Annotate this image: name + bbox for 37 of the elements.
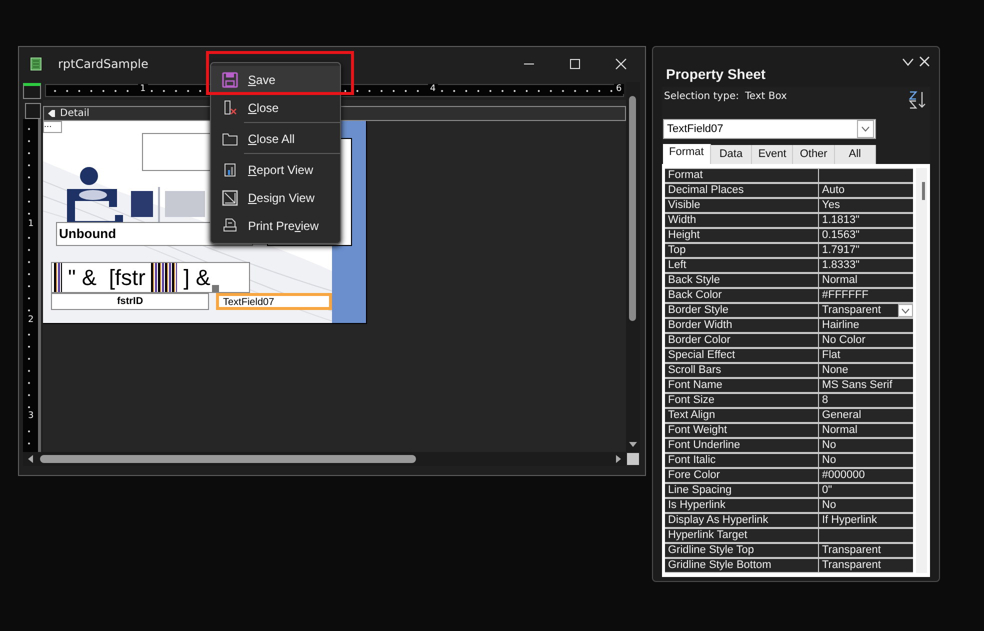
property-name: Left bbox=[665, 259, 818, 272]
property-name: Width bbox=[665, 214, 818, 227]
property-name: Back Style bbox=[665, 274, 818, 287]
property-name: Decimal Places bbox=[665, 184, 818, 197]
property-name: Gridline Style Top bbox=[665, 544, 818, 557]
property-name: Special Effect bbox=[665, 349, 818, 362]
property-name: Display As Hyperlink bbox=[665, 514, 818, 527]
panel-title: Property Sheet bbox=[666, 66, 766, 84]
ruler-number: 3 bbox=[28, 411, 34, 421]
selection-type: Text Box bbox=[744, 91, 787, 102]
property-name: Font Name bbox=[665, 379, 818, 392]
ruler-number: 1 bbox=[28, 219, 34, 229]
ruler-number: 2 bbox=[28, 315, 34, 325]
property-name: Font Weight bbox=[665, 424, 818, 437]
property-name: Back Color bbox=[665, 289, 818, 302]
property-name: Height bbox=[665, 229, 818, 242]
ruler-number: 6 bbox=[614, 84, 624, 94]
property-name: Fore Color bbox=[665, 469, 818, 482]
property-name: Hyperlink Target bbox=[665, 529, 818, 542]
property-name: Is Hyperlink bbox=[665, 499, 818, 512]
ruler-number: 1 bbox=[138, 84, 148, 94]
property-name: Scroll Bars bbox=[665, 364, 818, 377]
property-name: Font Underline bbox=[665, 439, 818, 452]
property-name: Border Width bbox=[665, 319, 818, 332]
property-name: Border Color bbox=[665, 334, 818, 347]
property-name: Border Style bbox=[665, 304, 818, 317]
property-name: Font Italic bbox=[665, 454, 818, 467]
selection-type-label: Selection type: bbox=[664, 91, 739, 102]
property-name: Text Align bbox=[665, 409, 818, 422]
property-name: Format bbox=[665, 169, 818, 182]
property-name: Top bbox=[665, 244, 818, 257]
property-name: Line Spacing bbox=[665, 484, 818, 497]
property-name: Gridline Style Bottom bbox=[665, 559, 818, 572]
property-name: Visible bbox=[665, 199, 818, 212]
ruler-number: 4 bbox=[428, 84, 438, 94]
property-name: Font Size bbox=[665, 394, 818, 407]
window-title: rptCardSample bbox=[58, 57, 148, 71]
